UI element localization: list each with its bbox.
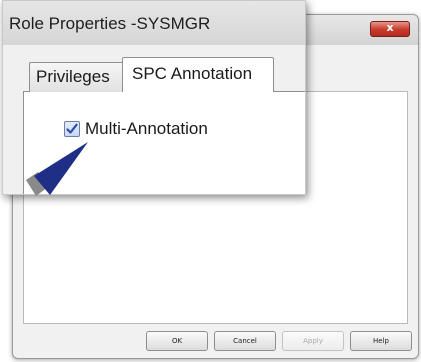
zoom-callout: Role Properties -SYSMGR Privileges SPC A… [2, 0, 306, 195]
close-icon: x [386, 21, 394, 34]
dialog-button-row: OK Cancel Apply Help [13, 331, 412, 351]
tab-privileges[interactable]: Privileges [29, 62, 124, 92]
checkmark-icon [66, 123, 78, 134]
tab-spc-annotation[interactable]: SPC Annotation [122, 57, 274, 92]
help-button[interactable]: Help [350, 331, 412, 351]
multi-annotation-checkbox[interactable] [64, 121, 80, 137]
callout-titlebar: Role Properties -SYSMGR [3, 1, 305, 45]
apply-button[interactable]: Apply [282, 331, 344, 351]
ok-button[interactable]: OK [146, 331, 208, 351]
cancel-button[interactable]: Cancel [214, 331, 276, 351]
multi-annotation-label: Multi-Annotation [85, 119, 208, 138]
close-button[interactable]: x [370, 21, 410, 37]
window-title: Role Properties -SYSMGR [9, 14, 211, 33]
tab-panel [23, 91, 305, 194]
